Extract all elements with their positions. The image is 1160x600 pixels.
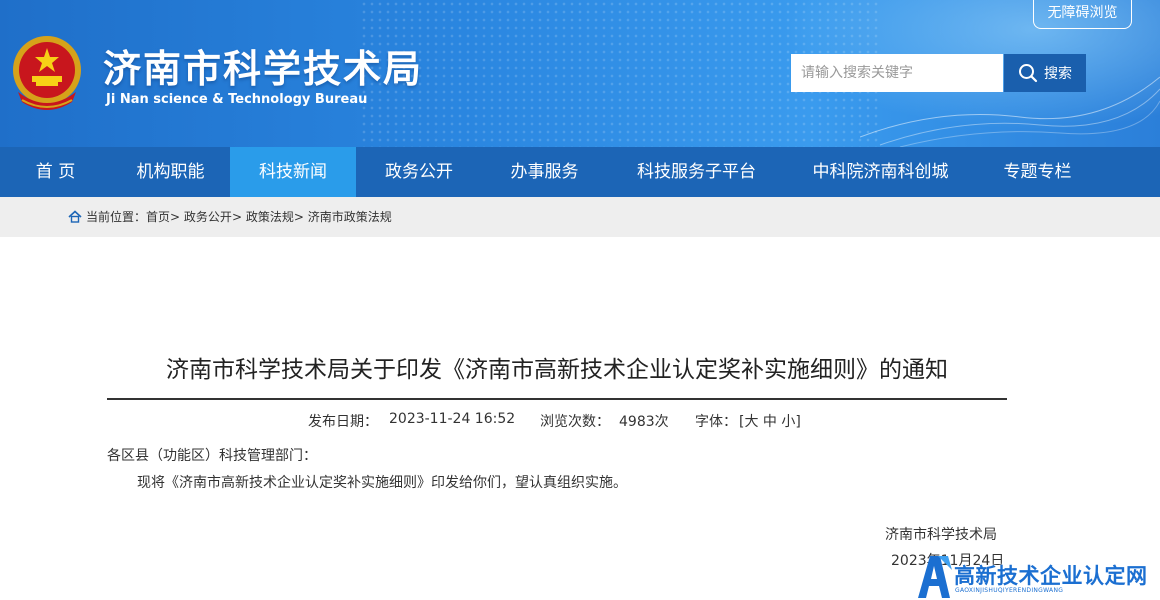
watermark-text: 高新技术企业认定网: [954, 564, 1148, 588]
views-count: 4983次: [619, 414, 669, 430]
views-label: 浏览次数：: [540, 414, 610, 430]
nav-item-organization[interactable]: 机构职能: [111, 147, 230, 197]
nav-item-special-topics[interactable]: 专题专栏: [975, 147, 1100, 197]
breadcrumb-link-jinan-policy[interactable]: 济南市政策法规: [308, 208, 392, 225]
breadcrumb-prefix: 当前位置：: [86, 210, 147, 224]
article-salutation: 各区县（功能区）科技管理部门：: [107, 448, 317, 464]
breadcrumb-bar: 当前位置： 首页 > 政务公开 > 政策法规 > 济南市政策法规: [0, 197, 1160, 237]
nav-item-home[interactable]: 首 页: [0, 147, 111, 197]
search-input[interactable]: 请输入搜索关键字: [791, 54, 1003, 92]
watermark: 高新技术企业认定网 GAOXINJISHUQIYERENDINGWANG: [912, 552, 1160, 600]
site-subtitle: Ji Nan science & Technology Bureau: [106, 92, 368, 107]
signature-org: 济南市科学技术局: [885, 527, 997, 543]
accessibility-button[interactable]: 无障碍浏览: [1033, 0, 1132, 29]
publish-date-label: 发布日期：: [308, 414, 378, 430]
font-size-control: [大 中 小]: [739, 411, 801, 431]
breadcrumb: 当前位置： 首页 > 政务公开 > 政策法规 > 济南市政策法规: [68, 208, 392, 225]
search-button[interactable]: 搜索: [1004, 54, 1086, 92]
font-bracket-close: ]: [795, 414, 801, 430]
site-header: 济南市科学技术局 Ji Nan science & Technology Bur…: [0, 0, 1160, 147]
main-nav: 首 页 机构职能 科技新闻 政务公开 办事服务 科技服务子平台 中科院济南科创城…: [0, 147, 1160, 197]
title-divider: [107, 398, 1007, 400]
nav-item-sci-news[interactable]: 科技新闻: [230, 147, 356, 197]
breadcrumb-separator: >: [293, 209, 304, 224]
breadcrumb-separator: >: [170, 209, 181, 224]
font-size-large[interactable]: 大: [744, 414, 758, 430]
search-button-label: 搜索: [1044, 66, 1072, 82]
breadcrumb-link-home[interactable]: 首页: [146, 208, 170, 225]
article-body: 现将《济南市高新技术企业认定奖补实施细则》印发给你们，望认真组织实施。: [137, 475, 627, 491]
font-size-label: 字体：: [695, 414, 737, 430]
search-icon: [1019, 64, 1038, 83]
breadcrumb-link-gov-affairs[interactable]: 政务公开: [184, 208, 232, 225]
breadcrumb-separator: >: [231, 209, 242, 224]
watermark-subtext: GAOXINJISHUQIYERENDINGWANG: [955, 587, 1064, 594]
breadcrumb-link-policy[interactable]: 政策法规: [246, 208, 294, 225]
nav-item-cas-jinan[interactable]: 中科院济南科创城: [786, 147, 975, 197]
watermark-logo-icon: [918, 556, 952, 598]
nav-item-sci-subplatform[interactable]: 科技服务子平台: [607, 147, 786, 197]
national-emblem-icon: [13, 36, 81, 110]
article-title: 济南市科学技术局关于印发《济南市高新技术企业认定奖补实施细则》的通知: [166, 357, 948, 383]
nav-item-gov-affairs[interactable]: 政务公开: [356, 147, 482, 197]
home-icon: [68, 210, 82, 223]
publish-date-value: 2023-11-24 16:52: [389, 411, 516, 427]
nav-item-services[interactable]: 办事服务: [482, 147, 607, 197]
font-size-small[interactable]: 小: [781, 414, 795, 430]
font-size-medium[interactable]: 中: [763, 414, 777, 430]
site-title: 济南市科学技术局: [103, 47, 424, 91]
